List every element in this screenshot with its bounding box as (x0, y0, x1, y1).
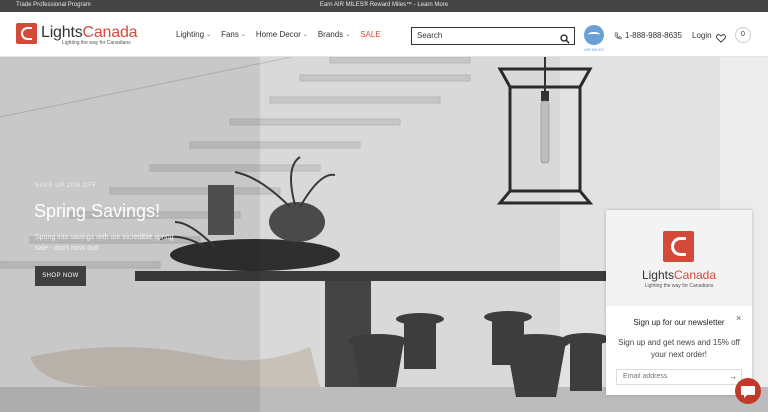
chevron-down-icon: ⌄ (240, 32, 246, 38)
phone-number: 1-888-988-8635 (625, 31, 682, 40)
login-link[interactable]: Login (692, 31, 712, 40)
nav-label: Brands (317, 30, 344, 39)
cart-button[interactable]: 0 (735, 27, 751, 43)
newsletter-description: Sign up and get news and 15% off your ne… (618, 338, 740, 359)
top-promo-bar: Trade Professional Program Earn AIR MILE… (0, 0, 768, 12)
phone-icon (614, 31, 622, 39)
search-box (411, 27, 575, 45)
search-icon[interactable] (560, 31, 570, 49)
air-miles-logo-icon[interactable] (584, 25, 604, 45)
search-input[interactable] (417, 31, 547, 40)
logo-tagline: Lighting the way for Canadians (62, 40, 131, 46)
chevron-down-icon: ⌄ (345, 32, 351, 38)
nav-fans[interactable]: Fans ⌄ (221, 30, 246, 39)
cart-count: 0 (741, 31, 745, 38)
nav-label: SALE (360, 30, 381, 39)
logo-part1: Lights (41, 24, 83, 41)
nav-brands[interactable]: Brands ⌄ (318, 30, 350, 39)
phone-link[interactable]: 1-888-988-8635 (614, 31, 682, 40)
hero-title: Spring Savings! (34, 201, 161, 221)
nav-label: Fans (221, 30, 239, 39)
chevron-down-icon: ⌄ (206, 32, 212, 38)
newsletter-popup: LightsCanada Lighting the way for Canadi… (606, 210, 752, 395)
popup-brand-part1: Lights (641, 268, 674, 282)
nav-lighting[interactable]: Lighting ⌄ (176, 30, 211, 39)
chevron-down-icon: ⌄ (302, 32, 308, 38)
air-miles-label: AIR MILES (584, 47, 604, 52)
shop-now-button[interactable]: SHOP NOW (35, 266, 86, 286)
hero-description: Spring into savings with our incredible … (35, 234, 174, 252)
nav-home-decor[interactable]: Home Decor ⌄ (256, 30, 308, 39)
nav-label: Home Decor (255, 30, 301, 39)
chat-icon (741, 386, 755, 398)
email-field[interactable] (623, 373, 723, 380)
site-header: LightsCanada Lighting the way for Canadi… (0, 12, 768, 57)
heart-icon[interactable] (716, 30, 726, 48)
popup-brand-wordmark: LightsCanada (606, 268, 752, 282)
logo-mark-icon[interactable] (16, 23, 37, 44)
air-miles-promo-link[interactable]: Earn AIR MILES® Reward Miles™ - Learn Mo… (0, 2, 768, 8)
logo-part2: Canada (82, 24, 138, 41)
newsletter-email-box: → (616, 369, 742, 385)
popup-brand-part2: Canada (673, 268, 717, 282)
newsletter-heading: Sign up for our newsletter (633, 318, 725, 327)
nav-sale[interactable]: SALE (360, 30, 380, 39)
popup-logo-area: LightsCanada Lighting the way for Canadi… (606, 210, 752, 306)
hero-eyebrow: SAVE UP 20% OFF (35, 183, 97, 189)
popup-logo-mark-icon (663, 231, 694, 262)
popup-brand-tagline: Lighting the way for Canadians (644, 283, 714, 289)
nav-label: Lighting (176, 30, 205, 39)
chat-button[interactable] (735, 378, 761, 404)
main-nav: Lighting ⌄ Fans ⌄ Home Decor ⌄ Brands ⌄ SALE (176, 30, 381, 39)
